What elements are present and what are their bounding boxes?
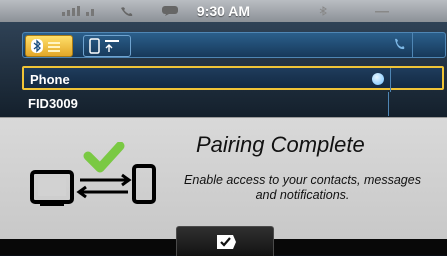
tab-divider bbox=[412, 33, 413, 57]
row-divider bbox=[390, 68, 391, 92]
list-item-phone[interactable]: Phone bbox=[22, 66, 444, 92]
device-name: FID3009 bbox=[28, 96, 78, 111]
device-name: Phone bbox=[30, 72, 70, 87]
tab-bluetooth-audio[interactable] bbox=[25, 35, 73, 57]
dialog-message-line: Enable access to your contacts, messages bbox=[184, 173, 421, 187]
confirm-button[interactable] bbox=[176, 226, 274, 256]
phone-icon bbox=[89, 38, 119, 54]
bluetooth-icon bbox=[319, 6, 327, 16]
call-icon[interactable] bbox=[393, 37, 405, 54]
tab-phone-source[interactable] bbox=[83, 35, 131, 57]
dialog-title: Pairing Complete bbox=[196, 132, 365, 157]
pairing-complete-dialog: Pairing Complete Enable access to your c… bbox=[0, 117, 447, 240]
device-list: Phone FID3009 bbox=[22, 66, 444, 116]
dialog-message-line: and notifications. bbox=[255, 188, 350, 202]
status-dash-icon bbox=[375, 11, 389, 13]
checkmark-icon bbox=[217, 235, 236, 249]
bluetooth-icon bbox=[31, 39, 60, 53]
dialog-message: Enable access to your contacts, messages… bbox=[158, 173, 447, 203]
source-tabs bbox=[22, 32, 446, 58]
checkmark-icon bbox=[83, 142, 125, 173]
status-bar: 9:30 AM bbox=[0, 0, 447, 23]
row-divider bbox=[388, 92, 389, 116]
connected-indicator bbox=[372, 73, 384, 85]
pairing-illustration bbox=[30, 142, 156, 206]
list-item-fid3009[interactable]: FID3009 bbox=[22, 92, 444, 116]
